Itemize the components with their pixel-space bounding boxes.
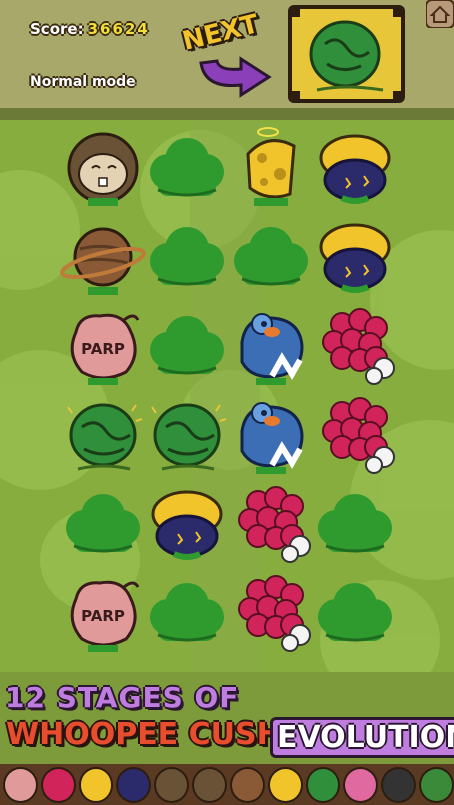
- board-cell-bush[interactable]: [144, 213, 230, 299]
- stage-icon-green-monster: [419, 766, 454, 803]
- stage-icon-cheese: [267, 766, 303, 803]
- parp-text: PARP: [81, 607, 125, 625]
- banner-line1: 12 STAGES OF: [5, 681, 240, 714]
- board-cell-raspberry[interactable]: [228, 480, 314, 566]
- board-cell-bomb-cushion[interactable]: [312, 213, 398, 299]
- board-cell-bush[interactable]: [144, 124, 230, 210]
- stage-icon-parp-jug: [3, 766, 38, 803]
- stage-icon-cauldron: [381, 766, 417, 803]
- board-cell-hedgehog[interactable]: [60, 124, 146, 210]
- board-cell-raspberry[interactable]: [312, 302, 398, 388]
- parp-text: PARP: [81, 340, 125, 358]
- next-arrow-icon: [199, 56, 272, 98]
- board-cell-cabbage[interactable]: [144, 391, 230, 477]
- board-cell-bush[interactable]: [312, 569, 398, 655]
- mode-label: Normal mode: [30, 74, 136, 90]
- hud: Score: 36624 Normal mode NEXT: [0, 0, 454, 118]
- stage-icon-pink-blob: [343, 766, 379, 803]
- board-cell-bomb-cushion[interactable]: [312, 124, 398, 210]
- board-cell-bush[interactable]: [144, 569, 230, 655]
- next-piece-preview: [288, 5, 405, 103]
- board-cell-blue-bird[interactable]: [228, 391, 314, 477]
- stage-icon-cheese: [78, 766, 114, 803]
- stage-icon-bomb-cushion: [116, 766, 152, 803]
- board-cell-bush[interactable]: [60, 480, 146, 566]
- board-cell-parp-jug[interactable]: PARP: [60, 302, 146, 388]
- home-button-icon[interactable]: [426, 0, 454, 28]
- stages-strip: [0, 764, 454, 805]
- next-label: NEXT: [179, 9, 262, 57]
- score-display: Score: 36624: [30, 20, 150, 38]
- score-label: Score:: [30, 20, 84, 38]
- board-cell-bush[interactable]: [312, 480, 398, 566]
- score-value: 36624: [87, 20, 150, 38]
- board-cell-raspberry[interactable]: [228, 569, 314, 655]
- board-cell-cabbage[interactable]: [60, 391, 146, 477]
- board-cell-blue-bird[interactable]: [228, 302, 314, 388]
- board-cell-bush[interactable]: [144, 302, 230, 388]
- board-cell-cheese[interactable]: [228, 124, 314, 210]
- stage-icon-planet: [229, 766, 265, 803]
- stage-icon-hedgehog: [192, 766, 227, 803]
- game-scene: Score: 36624 Normal mode NEXT PARP PARP 12…: [0, 0, 454, 805]
- board-cell-bush[interactable]: [228, 213, 314, 299]
- board-cell-parp-jug[interactable]: PARP: [60, 569, 146, 655]
- board-cell-planet[interactable]: [60, 213, 146, 299]
- stage-icon-hedgehog: [154, 766, 190, 803]
- board-cell-raspberry[interactable]: [312, 391, 398, 477]
- board-cell-bomb-cushion[interactable]: [144, 480, 230, 566]
- stage-icon-raspberry: [40, 766, 76, 803]
- stage-icon-cabbage: [305, 766, 341, 803]
- banner-line3: EVOLUTION: [270, 717, 454, 758]
